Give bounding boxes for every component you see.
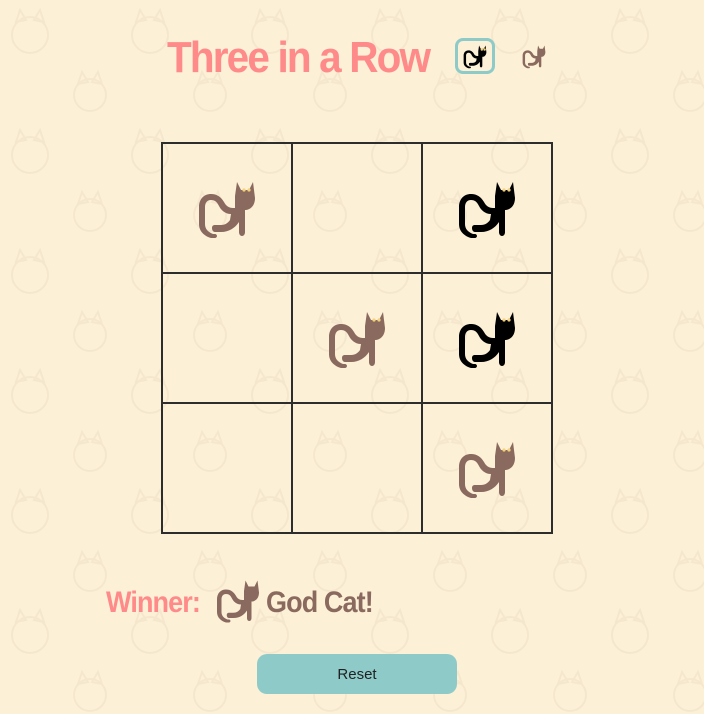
brown-cat-player-button[interactable] xyxy=(514,38,554,74)
winner-label: Winner: xyxy=(106,586,201,619)
board-cell[interactable] xyxy=(162,273,292,403)
board-cell[interactable] xyxy=(162,143,292,273)
board-cell[interactable] xyxy=(292,273,422,403)
brown-cat-icon xyxy=(214,576,262,624)
winner-name: God Cat! xyxy=(266,586,374,619)
board-cell[interactable] xyxy=(422,403,552,533)
board-cell[interactable] xyxy=(162,403,292,533)
brown-cat-icon xyxy=(455,436,519,500)
reset-button[interactable]: Reset xyxy=(257,654,457,694)
brown-cat-icon xyxy=(521,43,547,69)
black-cat-icon xyxy=(455,176,519,240)
brown-cat-icon xyxy=(195,176,259,240)
game-header: Three in a Row xyxy=(0,30,704,90)
board-cell[interactable] xyxy=(292,403,422,533)
brown-cat-icon xyxy=(325,306,389,370)
black-cat-icon xyxy=(455,306,519,370)
black-cat-player-button[interactable] xyxy=(455,38,495,74)
black-cat-icon xyxy=(462,43,488,69)
board-cell[interactable] xyxy=(292,143,422,273)
board-cell[interactable] xyxy=(422,273,552,403)
game-title: Three in a Row xyxy=(167,33,431,82)
winner-banner: Winner: God Cat! xyxy=(106,578,385,628)
board-cell[interactable] xyxy=(422,143,552,273)
game-board xyxy=(161,142,553,534)
